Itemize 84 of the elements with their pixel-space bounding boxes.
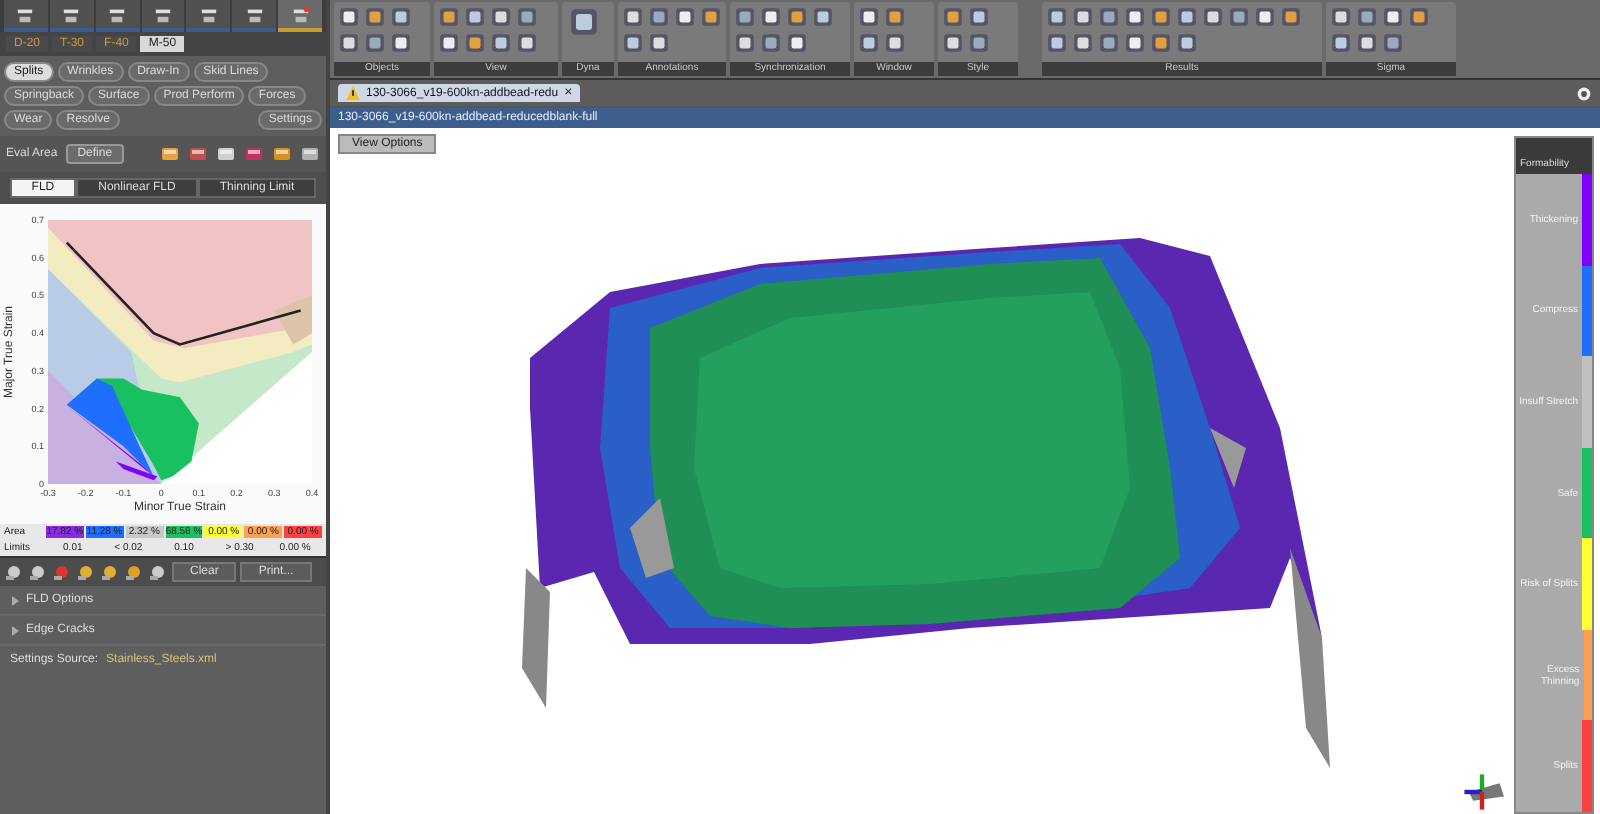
process-step-button[interactable] — [232, 0, 277, 32]
toolbar-icon[interactable] — [100, 562, 120, 582]
toolbar-icon[interactable] — [1330, 6, 1352, 28]
toolbar-icon[interactable] — [390, 6, 412, 28]
toolbar-icon[interactable] — [760, 6, 782, 28]
process-step-button[interactable] — [49, 0, 94, 32]
toolbar-icon[interactable] — [734, 6, 756, 28]
toolbar-icon[interactable] — [1046, 6, 1068, 28]
toolbar-icon[interactable] — [648, 6, 670, 28]
toolbar-icon[interactable] — [622, 32, 644, 54]
process-step-button[interactable] — [186, 0, 231, 32]
toolbar-icon[interactable] — [464, 6, 486, 28]
press-icon — [245, 5, 264, 23]
process-step-button[interactable] — [278, 0, 323, 32]
toolbar-icon[interactable] — [942, 32, 964, 54]
toolbar-icon[interactable] — [858, 6, 880, 28]
toolbar-icon[interactable] — [1124, 6, 1146, 28]
process-step-button[interactable] — [95, 0, 140, 32]
toolbar-icon[interactable] — [968, 6, 990, 28]
toolbar-icon[interactable] — [1356, 6, 1378, 28]
process-step-button[interactable] — [4, 0, 48, 32]
toolbar-icon[interactable] — [760, 32, 782, 54]
settings-icon[interactable] — [1576, 85, 1592, 101]
toolbar-icon[interactable] — [1072, 6, 1094, 28]
toolbar-icon[interactable] — [464, 32, 486, 54]
toolbar-icon[interactable] — [1330, 32, 1352, 54]
press-icon — [62, 5, 81, 23]
toolbar-icon[interactable] — [490, 6, 512, 28]
toolbar-icon[interactable] — [516, 6, 538, 28]
toolbar-icon[interactable] — [786, 6, 808, 28]
toolbar-icon[interactable] — [858, 32, 880, 54]
toolbar-icon[interactable] — [1124, 32, 1146, 54]
toolbar-icon[interactable] — [786, 32, 808, 54]
toolbar-icon[interactable] — [700, 6, 722, 28]
toolbar-icon[interactable] — [76, 562, 96, 582]
toolbar-icon[interactable] — [28, 562, 48, 582]
toolbar-icon[interactable] — [338, 6, 360, 28]
press-icon — [291, 5, 310, 23]
warning-icon — [346, 86, 360, 100]
toolbar-icon[interactable] — [942, 6, 964, 28]
toolbar-icon[interactable] — [1228, 6, 1250, 28]
toolbar-icon[interactable] — [648, 32, 670, 54]
toolbar-icon[interactable] — [124, 562, 144, 582]
toolbar-icon[interactable] — [1356, 32, 1378, 54]
toolbar-icon[interactable] — [812, 6, 834, 28]
toolbar-icon[interactable] — [674, 6, 696, 28]
toolbar-icon[interactable] — [1254, 6, 1276, 28]
toolbar-icon[interactable] — [390, 32, 412, 54]
toolbar-icon[interactable] — [1098, 6, 1120, 28]
toolbar-icon[interactable] — [1176, 32, 1198, 54]
press-icon — [16, 5, 35, 23]
press-icon — [199, 5, 218, 23]
process-step-button[interactable] — [141, 0, 185, 32]
strain-points-drawing — [66, 378, 199, 481]
toolbar-icon[interactable] — [1150, 6, 1172, 28]
toolbar-icon[interactable] — [1408, 6, 1430, 28]
toolbar-icon[interactable] — [52, 562, 72, 582]
toolbar-icon[interactable] — [1098, 32, 1120, 54]
toolbar-icon[interactable] — [622, 6, 644, 28]
toolbar-icon[interactable] — [884, 6, 906, 28]
toolbar-icon[interactable] — [490, 32, 512, 54]
toolbar-icon[interactable] — [148, 562, 168, 582]
toolbar-icon[interactable] — [1382, 32, 1404, 54]
toolbar-icon[interactable] — [968, 32, 990, 54]
toolbar-icon[interactable] — [516, 32, 538, 54]
toolbar-icon[interactable] — [734, 32, 756, 54]
toolbar-icon[interactable] — [566, 6, 602, 38]
toolbar-icon[interactable] — [1150, 32, 1172, 54]
toolbar-icon[interactable] — [1072, 32, 1094, 54]
toolbar-icon[interactable] — [438, 32, 460, 54]
toolbar-icon[interactable] — [338, 32, 360, 54]
toolbar-icon[interactable] — [4, 562, 24, 582]
axis-triad-icon — [1460, 770, 1504, 814]
toolbar-icon[interactable] — [1202, 6, 1224, 28]
toolbar-icon[interactable] — [884, 32, 906, 54]
toolbar-icon[interactable] — [1046, 32, 1068, 54]
press-icon — [108, 5, 127, 23]
toolbar-icon[interactable] — [1280, 6, 1302, 28]
toolbar-icon[interactable] — [364, 32, 386, 54]
toolbar-icon[interactable] — [364, 6, 386, 28]
toolbar-icon[interactable] — [1176, 6, 1198, 28]
toolbar-icon[interactable] — [1382, 6, 1404, 28]
press-icon — [154, 5, 172, 23]
toolbar-icon[interactable] — [438, 6, 460, 28]
